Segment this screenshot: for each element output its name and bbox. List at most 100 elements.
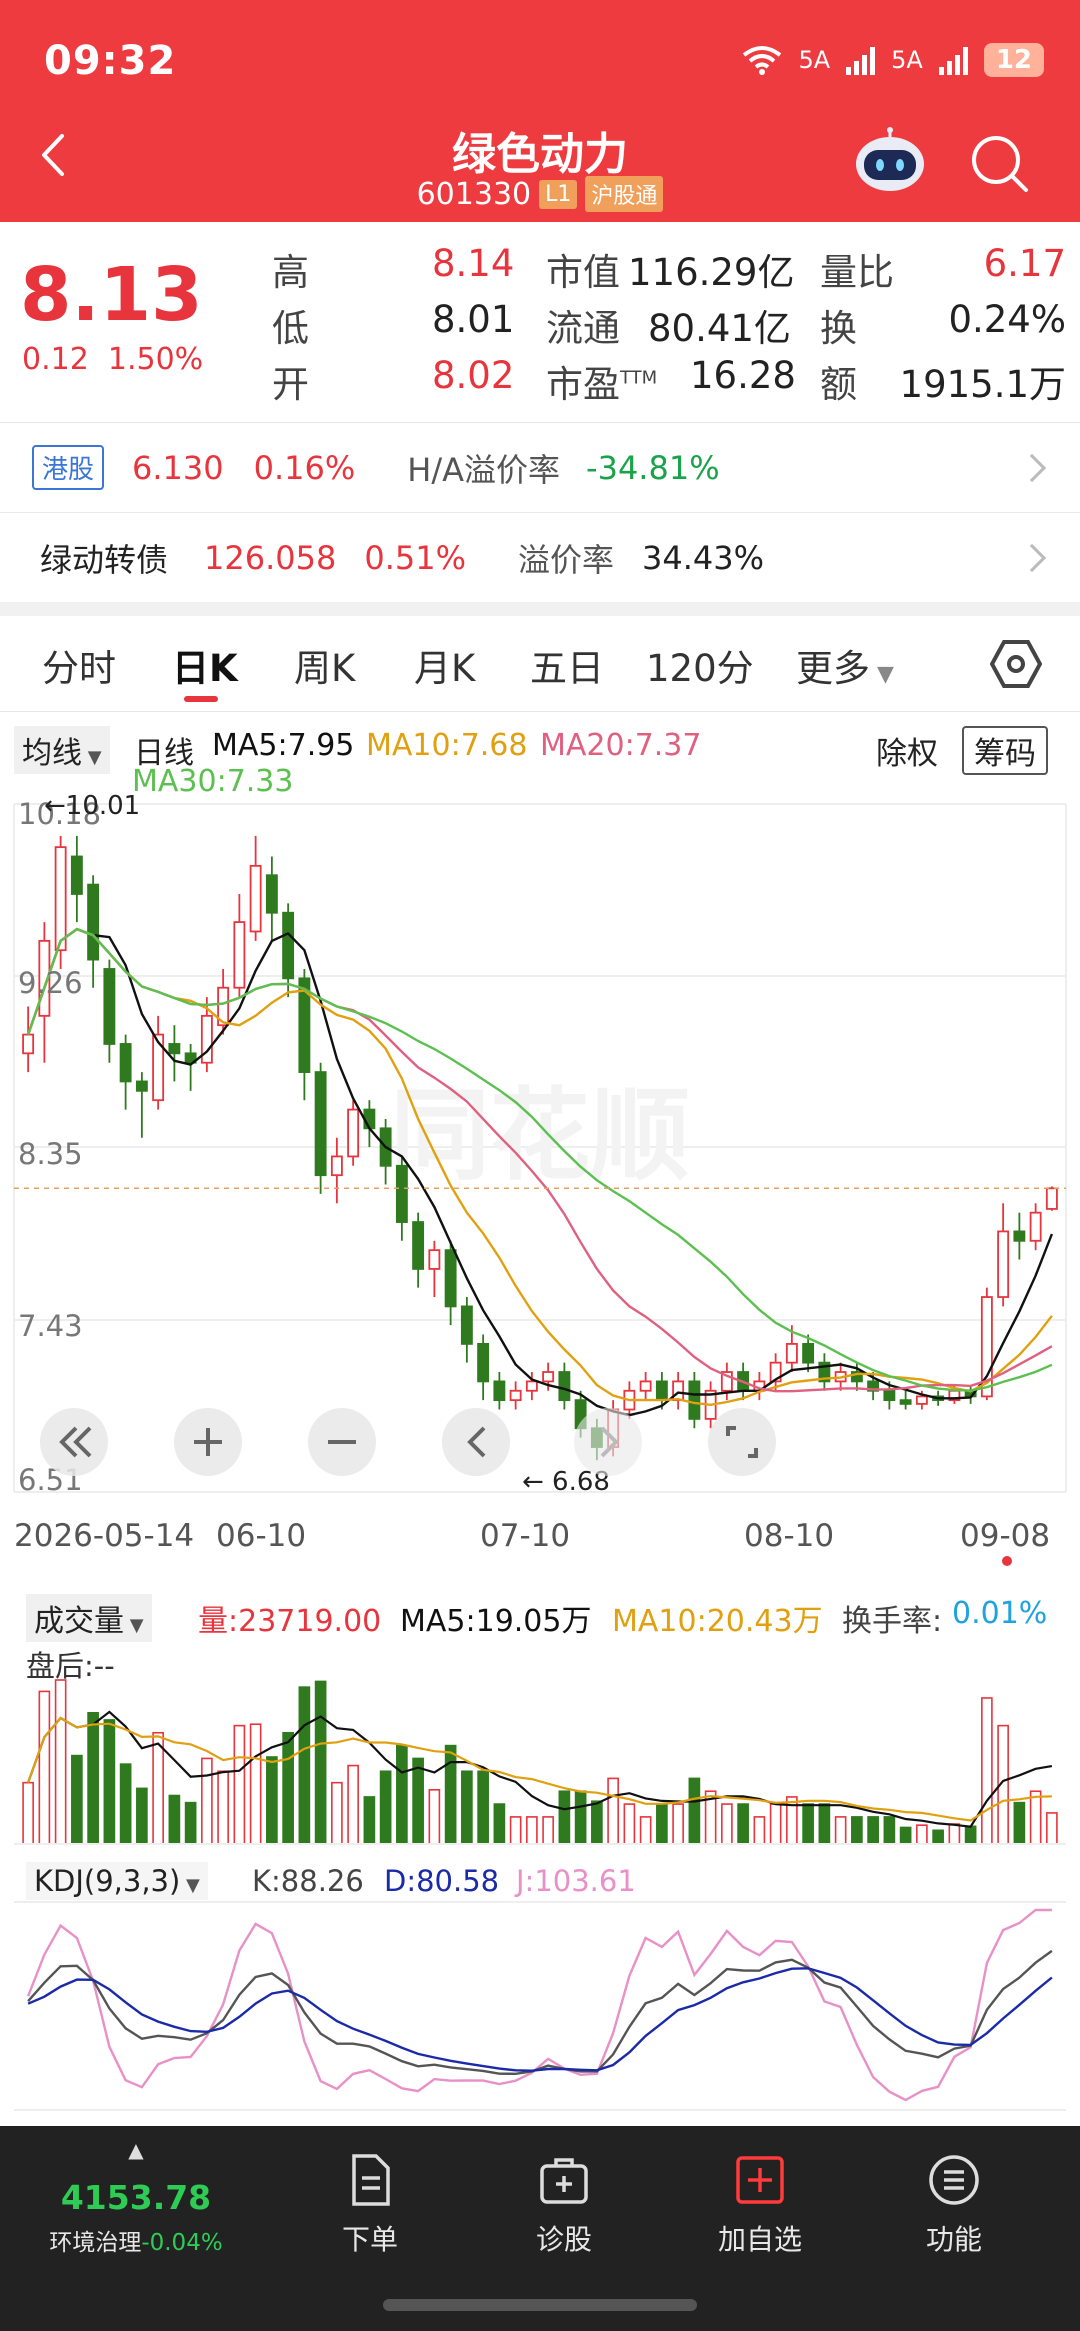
exchange-tag: 沪股通 <box>585 176 664 212</box>
status-icons: 5A 5A 12 <box>742 40 1044 80</box>
candle-body <box>103 968 116 1045</box>
caret-down-icon: ▼ <box>180 1875 200 1896</box>
level-tag: L1 <box>539 179 578 209</box>
price-change: 0.12 1.50% <box>22 342 204 377</box>
kdj-d: D:80.58 <box>384 1864 500 1898</box>
volume-bar <box>461 1770 473 1845</box>
current-price: 8.13 <box>20 252 203 338</box>
after-hours-label: 盘后:-- <box>26 1649 115 1683</box>
volume-bar <box>899 1826 912 1845</box>
candle-body <box>314 1071 327 1177</box>
candle-body <box>135 1080 148 1092</box>
search-icon[interactable] <box>966 130 1032 196</box>
high-marker: ←10.01 <box>44 791 140 821</box>
hk-pct: 0.16% <box>253 448 356 487</box>
kdj-dropdown[interactable]: KDJ(9,3,3) ▼ <box>26 1862 208 1900</box>
tab-five-day[interactable]: 五日 <box>530 638 604 692</box>
candle-body <box>363 1108 376 1130</box>
rewind-button[interactable] <box>40 1408 108 1476</box>
tab-weekly-k[interactable]: 周K <box>294 638 355 692</box>
stock-code: 601330 <box>416 176 532 212</box>
candle-body <box>330 1155 343 1177</box>
date-label: 09-08 <box>960 1518 1051 1554</box>
period-tabs: 分时 日K 周K 月K 五日 120分 更多 ▼ <box>0 616 1080 712</box>
hk-share-row[interactable]: 港股 6.130 0.16% H/A溢价率 -34.81% <box>0 422 1080 512</box>
battery-icon: 12 <box>983 43 1044 77</box>
nav-functions[interactable]: 功能 <box>874 2152 1034 2258</box>
volume-dropdown[interactable]: 成交量 ▼ <box>26 1594 152 1642</box>
kline-chart[interactable]: 同花顺 10.18 9.26 8.35 7.43 6.51 ←10.01 ← 6… <box>0 790 1080 1502</box>
candle-body <box>460 1305 473 1345</box>
candle-body <box>22 1033 35 1055</box>
zoom-in-button[interactable] <box>174 1408 242 1476</box>
volume-bar <box>964 1825 977 1845</box>
volume-bar <box>233 1724 246 1845</box>
scroll-left-button[interactable] <box>442 1408 510 1476</box>
volume-bar <box>38 1690 51 1845</box>
ma5-label: MA5:7.95 <box>212 728 355 763</box>
caret-up-icon: ▲ <box>128 2138 144 2162</box>
nav-diagnose[interactable]: 诊股 <box>484 2152 644 2258</box>
tab-more[interactable]: 更多 ▼ <box>796 638 894 692</box>
caret-down-icon: ▼ <box>870 662 894 687</box>
chouma-button[interactable]: 筹码 <box>962 726 1048 775</box>
volume-bar <box>883 1816 896 1845</box>
volume-bar <box>688 1777 701 1845</box>
ma-dropdown[interactable]: 均线 ▼ <box>14 726 110 774</box>
volume-bar <box>493 1803 506 1845</box>
nav-order[interactable]: 下单 <box>290 2152 450 2258</box>
medical-kit-icon <box>540 2158 588 2204</box>
chuquan-button[interactable]: 除权 <box>876 728 938 773</box>
volume-ma5: MA5:19.05万 <box>400 1604 592 1639</box>
network-label-2: 5A <box>891 46 923 74</box>
candle-body <box>542 1371 555 1383</box>
zoom-controls <box>40 1408 776 1476</box>
candle-body <box>899 1399 912 1405</box>
volume-bar <box>851 1816 863 1845</box>
ma20-label: MA20:7.37 <box>540 728 702 763</box>
volume-bar <box>266 1756 278 1845</box>
candle-body <box>509 1389 522 1402</box>
scroll-right-button[interactable] <box>574 1408 642 1476</box>
volume-bar <box>639 1816 652 1845</box>
zoom-out-button[interactable] <box>308 1408 376 1476</box>
ha-premium-label: H/A溢价率 <box>407 450 561 489</box>
convertible-bond-row[interactable]: 绿动转债 126.058 0.51% 溢价率 34.43% <box>0 512 1080 602</box>
index-name-row: 环境治理-0.04% <box>49 2230 223 2256</box>
volume-bar <box>412 1757 424 1845</box>
tab-fenshi[interactable]: 分时 <box>42 638 116 692</box>
candle-body <box>785 1343 798 1364</box>
volume-bar <box>298 1686 311 1845</box>
ai-robot-icon[interactable] <box>850 126 930 196</box>
active-tab-indicator <box>184 696 218 702</box>
nav-add-watchlist[interactable]: 加自选 <box>680 2152 840 2258</box>
y-label: 9.26 <box>18 966 83 1000</box>
volume-bar <box>396 1744 408 1845</box>
hk-tag: 港股 <box>32 445 105 490</box>
bond-premium-label: 溢价率 <box>518 540 615 579</box>
tab-120min[interactable]: 120分 <box>646 638 754 692</box>
volume-ma-lines <box>27 1710 1053 1828</box>
volume-ma5-line <box>27 1710 1053 1828</box>
tab-monthly-k[interactable]: 月K <box>414 638 475 692</box>
kdj-chart[interactable] <box>0 1900 1080 2114</box>
kdj-lines <box>26 1908 1053 2102</box>
volume-bar <box>54 1679 67 1845</box>
candle-body <box>883 1389 896 1402</box>
volume-bar <box>347 1764 359 1845</box>
volume-bar <box>217 1770 229 1845</box>
tab-daily-k[interactable]: 日K <box>172 638 238 692</box>
volume-chart[interactable]: 盘后:-- <box>0 1640 1080 1846</box>
volume-bar <box>802 1803 814 1845</box>
fullscreen-button[interactable] <box>708 1408 776 1476</box>
candle-body <box>477 1343 490 1383</box>
volume-bar <box>363 1796 376 1845</box>
hexagon-settings-icon[interactable] <box>990 638 1042 690</box>
ma-legend: 均线 ▼ 日线 MA5:7.95 MA10:7.68 MA20:7.37 MA3… <box>0 712 1080 799</box>
sector-index[interactable]: ▲ 4153.78 环境治理-0.04% <box>36 2140 236 2257</box>
volume-bar <box>769 1803 782 1845</box>
candle-body <box>1045 1187 1058 1210</box>
kdj-j: J:103.61 <box>516 1864 636 1898</box>
volume-bar <box>932 1829 944 1845</box>
volume-bar <box>444 1744 457 1845</box>
